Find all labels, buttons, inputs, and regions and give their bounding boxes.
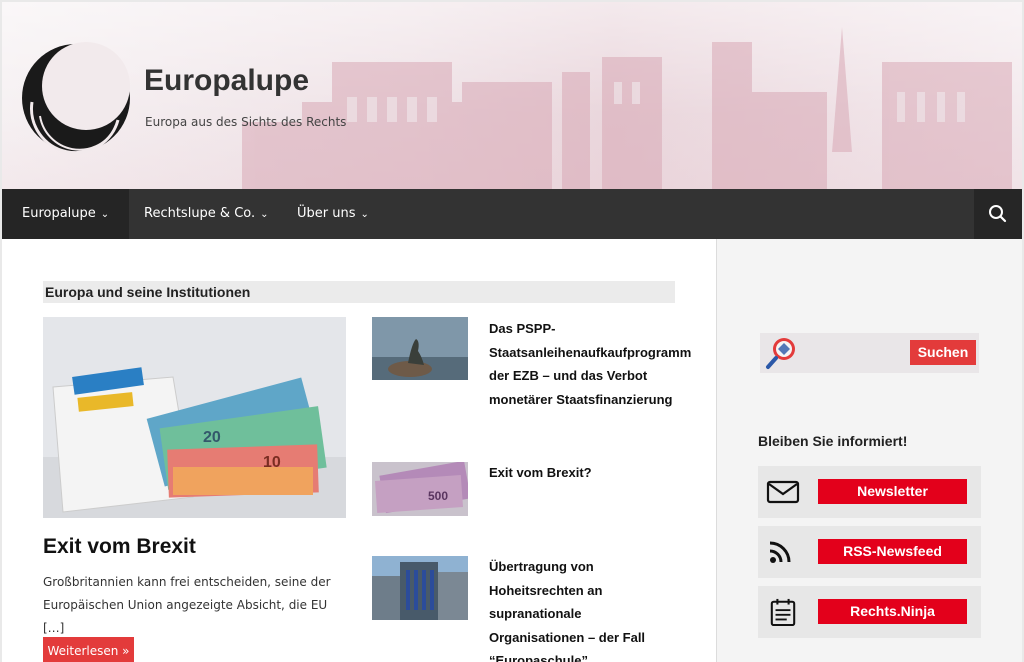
search-icon <box>989 205 1007 223</box>
chevron-down-icon: ⌄ <box>260 209 269 220</box>
feature-excerpt: Großbritannien kann frei entscheiden, se… <box>43 575 331 635</box>
site-title[interactable]: Europalupe <box>144 64 309 98</box>
rss-newsfeed-button[interactable]: RSS-Newsfeed <box>818 539 967 564</box>
svg-text:20: 20 <box>203 429 221 446</box>
feature-image-euro-notes[interactable]: 20 10 <box>43 317 346 518</box>
site-tagline: Europa aus des Sichts des Rechts <box>145 115 347 129</box>
chevron-down-icon: ⌄ <box>100 209 110 220</box>
post-thumb-mermaid[interactable] <box>372 317 468 380</box>
nav-item-label: Rechtslupe & Co. <box>144 206 256 221</box>
post-title[interactable]: Das PSPP-Staatsanleihenaufkaufprogramm d… <box>489 317 691 411</box>
nav-item-label: Europalupe <box>22 206 96 221</box>
sidebar-search-widget[interactable]: Suchen <box>760 333 979 373</box>
main-content: Europa und seine Institutionen 20 10 Exi… <box>2 239 716 662</box>
nav-search-button[interactable] <box>974 189 1022 239</box>
section-title[interactable]: Europa und seine Institutionen <box>43 281 675 303</box>
newsletter-button[interactable]: Newsletter <box>818 479 967 504</box>
nav-item-europalupe[interactable]: Europalupe ⌄ <box>2 189 130 239</box>
read-more-button[interactable]: Weiterlesen » <box>43 637 134 662</box>
feature-title[interactable]: Exit vom Brexit <box>43 535 196 559</box>
post-thumb-eu-building[interactable] <box>372 556 468 620</box>
search-button[interactable]: Suchen <box>910 340 976 365</box>
nav-item-label: Über uns <box>297 206 356 221</box>
svg-text:10: 10 <box>263 454 281 471</box>
main-navigation: Europalupe ⌄ Rechtslupe & Co. ⌄ Über uns ⌄ <box>2 189 1022 239</box>
post-title[interactable]: Exit vom Brexit? <box>489 461 679 485</box>
subscribe-row-rechts-ninja[interactable]: Rechts.Ninja <box>758 586 981 638</box>
nav-item-rechtslupe[interactable]: Rechtslupe & Co. ⌄ <box>124 189 289 239</box>
svg-text:500: 500 <box>428 489 448 503</box>
post-title[interactable]: Übertragung von Hoheitsrechten an supran… <box>489 555 679 662</box>
post-thumb-euro-500[interactable]: 500 <box>372 462 468 516</box>
site-header: Europalupe Europa aus des Sichts des Rec… <box>2 2 1022 189</box>
rechts-ninja-button[interactable]: Rechts.Ninja <box>818 599 967 624</box>
subscribe-row-rss[interactable]: RSS-Newsfeed <box>758 526 981 578</box>
magnifier-icon <box>766 338 795 369</box>
chevron-down-icon: ⌄ <box>360 209 369 220</box>
rss-icon <box>769 541 791 563</box>
subscribe-row-newsletter[interactable]: Newsletter <box>758 466 981 518</box>
calendar-icon <box>770 598 796 626</box>
nav-item-ueber-uns[interactable]: Über uns ⌄ <box>277 189 389 239</box>
mail-icon <box>766 480 800 504</box>
site-logo[interactable] <box>18 40 134 156</box>
stay-informed-title: Bleiben Sie informiert! <box>758 433 908 449</box>
sidebar: Suchen Bleiben Sie informiert! Newslette… <box>716 239 1022 662</box>
